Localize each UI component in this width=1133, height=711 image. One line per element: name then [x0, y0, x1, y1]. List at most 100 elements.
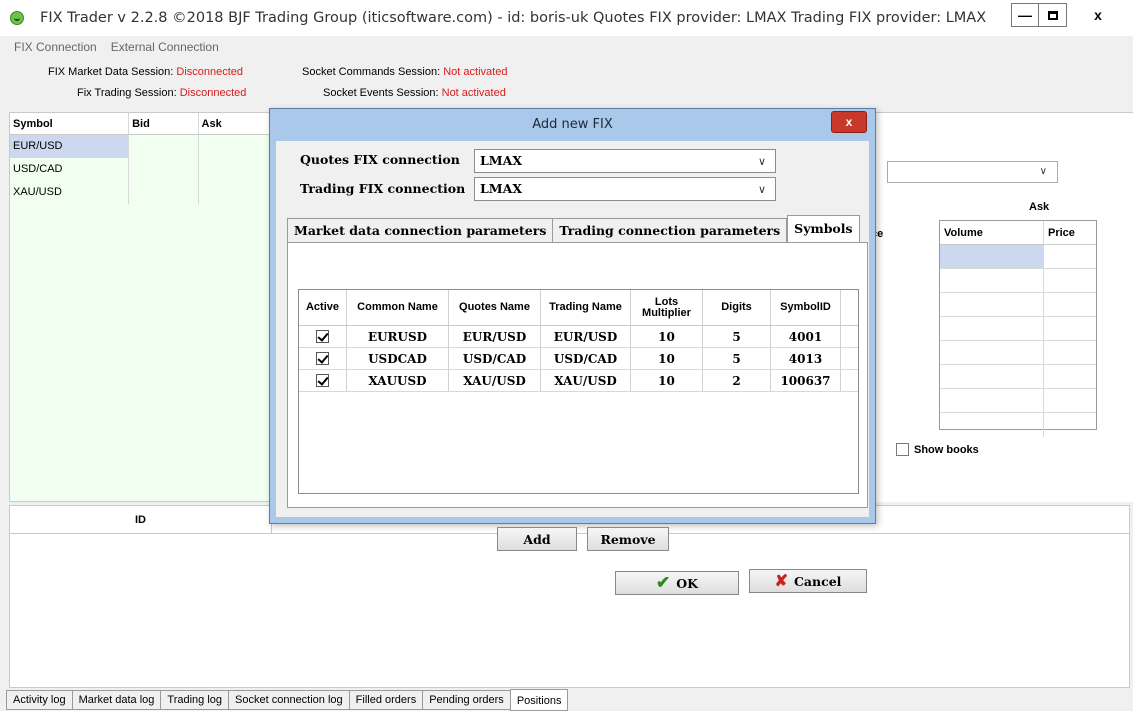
table-row[interactable]: EUR/USD — [10, 135, 270, 158]
column-header-common-name[interactable]: Common Name — [347, 290, 449, 325]
table-row[interactable] — [940, 317, 1096, 341]
volume-cell[interactable] — [940, 317, 1044, 340]
symbol-cell[interactable]: USD/CAD — [10, 158, 130, 181]
volume-cell[interactable] — [940, 245, 1044, 268]
quotes-name-cell[interactable]: USD/CAD — [449, 348, 541, 369]
bid-cell[interactable] — [129, 158, 199, 181]
remove-symbol-button[interactable]: Remove — [587, 527, 669, 551]
lots-multiplier-cell[interactable]: 10 — [631, 370, 703, 391]
symbol-cell[interactable]: XAU/USD — [10, 181, 130, 204]
close-window-button[interactable]: x — [1083, 3, 1113, 27]
common-name-cell[interactable]: EURUSD — [347, 326, 449, 347]
tab-symbols[interactable]: Symbols — [787, 215, 860, 243]
trading-name-cell[interactable]: USD/CAD — [541, 348, 631, 369]
checkbox-checked-icon[interactable] — [316, 352, 329, 365]
volume-cell[interactable] — [940, 365, 1044, 388]
add-symbol-button[interactable]: Add — [497, 527, 577, 551]
quotes-fix-connection-select[interactable]: LMAX — [474, 149, 776, 173]
price-cell[interactable] — [1044, 413, 1096, 437]
active-cell[interactable] — [299, 370, 347, 391]
volume-cell[interactable] — [940, 269, 1044, 292]
column-header-symbol[interactable]: Symbol — [10, 113, 130, 135]
volume-cell[interactable] — [940, 341, 1044, 364]
ask-cell[interactable] — [198, 181, 270, 204]
price-cell[interactable] — [1044, 341, 1096, 364]
volume-cell[interactable] — [940, 413, 1044, 437]
digits-cell[interactable]: 5 — [703, 348, 771, 369]
volume-cell[interactable] — [940, 293, 1044, 316]
active-cell[interactable] — [299, 326, 347, 347]
table-row[interactable] — [940, 389, 1096, 413]
active-cell[interactable] — [299, 348, 347, 369]
table-row[interactable] — [940, 245, 1096, 269]
trading-name-cell[interactable]: EUR/USD — [541, 326, 631, 347]
digits-cell[interactable]: 5 — [703, 326, 771, 347]
price-cell[interactable] — [1044, 293, 1096, 316]
quotes-name-cell[interactable]: XAU/USD — [449, 370, 541, 391]
dialog-close-button[interactable]: x — [831, 111, 867, 133]
tab-activity-log[interactable]: Activity log — [6, 690, 72, 710]
cancel-button[interactable]: ✘ Cancel — [749, 569, 867, 593]
table-row[interactable]: USDCAD USD/CAD USD/CAD 10 5 4013 — [299, 348, 858, 370]
tab-trading-log[interactable]: Trading log — [160, 690, 229, 710]
common-name-cell[interactable]: XAUUSD — [347, 370, 449, 391]
table-row[interactable] — [940, 341, 1096, 365]
tab-socket-connection-log[interactable]: Socket connection log — [228, 690, 349, 710]
tab-market-data-log[interactable]: Market data log — [71, 690, 161, 710]
column-header-price[interactable]: Price — [1044, 221, 1096, 244]
column-header-symbol-id[interactable]: SymbolID — [771, 290, 841, 325]
bid-cell[interactable] — [129, 135, 199, 158]
show-books-checkbox[interactable]: Show books — [896, 443, 979, 456]
table-row[interactable]: USD/CAD — [10, 158, 270, 181]
column-header-quotes-name[interactable]: Quotes Name — [449, 290, 541, 325]
checkbox-checked-icon[interactable] — [316, 330, 329, 343]
tab-market-data-connection-parameters[interactable]: Market data connection parameters — [287, 218, 554, 243]
common-name-cell[interactable]: USDCAD — [347, 348, 449, 369]
ask-cell[interactable] — [198, 158, 270, 181]
trading-name-cell[interactable]: XAU/USD — [541, 370, 631, 391]
tab-filled-orders[interactable]: Filled orders — [348, 690, 423, 710]
table-row[interactable]: EURUSD EUR/USD EUR/USD 10 5 4001 — [299, 326, 858, 348]
table-row[interactable] — [940, 413, 1096, 437]
symbol-id-cell[interactable]: 4001 — [771, 326, 841, 347]
maximize-button[interactable] — [1039, 3, 1067, 27]
checkbox-checked-icon[interactable] — [316, 374, 329, 387]
lots-multiplier-cell[interactable]: 10 — [631, 348, 703, 369]
column-header-volume[interactable]: Volume — [940, 221, 1044, 244]
price-cell[interactable] — [1044, 389, 1096, 412]
price-cell[interactable] — [1044, 365, 1096, 388]
ask-cell[interactable] — [198, 135, 270, 158]
tab-trading-connection-parameters[interactable]: Trading connection parameters — [553, 218, 788, 243]
ok-button[interactable]: ✔ OK — [615, 571, 739, 595]
column-header-active[interactable]: Active — [299, 290, 347, 325]
symbol-cell[interactable]: EUR/USD — [10, 135, 130, 158]
lots-multiplier-cell[interactable]: 10 — [631, 326, 703, 347]
table-row[interactable]: XAUUSD XAU/USD XAU/USD 10 2 100637 — [299, 370, 858, 392]
table-row[interactable] — [940, 269, 1096, 293]
menu-external-connection[interactable]: External Connection — [111, 40, 219, 54]
menu-fix-connection[interactable]: FIX Connection — [14, 40, 97, 54]
minimize-button[interactable]: — — [1011, 3, 1039, 27]
tab-positions[interactable]: Positions — [509, 689, 569, 711]
checkbox-icon[interactable] — [896, 443, 909, 456]
table-row[interactable]: XAU/USD — [10, 181, 270, 204]
table-row[interactable] — [940, 293, 1096, 317]
volume-cell[interactable] — [940, 389, 1044, 412]
table-row[interactable] — [940, 365, 1096, 389]
symbol-select[interactable] — [887, 161, 1058, 183]
column-header-ask[interactable]: Ask — [199, 113, 270, 135]
trading-fix-connection-select[interactable]: LMAX — [474, 177, 776, 201]
digits-cell[interactable]: 2 — [703, 370, 771, 391]
bid-cell[interactable] — [129, 181, 199, 204]
column-header-digits[interactable]: Digits — [703, 290, 771, 325]
tab-pending-orders[interactable]: Pending orders — [422, 690, 510, 710]
column-header-lots-multiplier[interactable]: Lots Multiplier — [631, 290, 703, 325]
price-cell[interactable] — [1044, 317, 1096, 340]
price-cell[interactable] — [1044, 269, 1096, 292]
quotes-name-cell[interactable]: EUR/USD — [449, 326, 541, 347]
price-cell[interactable] — [1044, 245, 1096, 268]
column-header-id[interactable]: ID — [10, 506, 272, 533]
column-header-trading-name[interactable]: Trading Name — [541, 290, 631, 325]
column-header-bid[interactable]: Bid — [129, 113, 199, 135]
symbol-id-cell[interactable]: 100637 — [771, 370, 841, 391]
